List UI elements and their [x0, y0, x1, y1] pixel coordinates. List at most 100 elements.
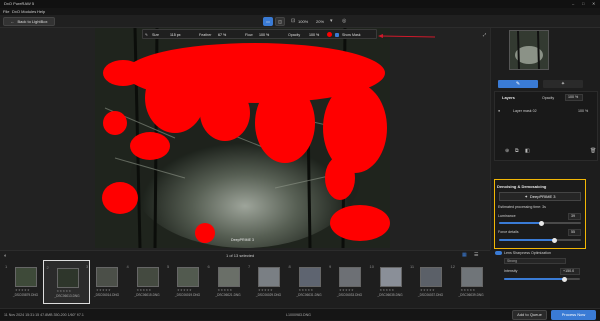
force-details-fill	[499, 239, 555, 241]
intensity-knob[interactable]	[562, 276, 568, 282]
fit-icon[interactable]: ⊡	[291, 19, 295, 24]
filmstrip: ◐ 1 of 13 selected ▦ ☰ 1 ★★★★★ _DSC05879.D…	[0, 250, 490, 308]
menu-help[interactable]: Help	[37, 8, 45, 15]
image-info: 11 Nov 2024 15:31:15 47.8MB 350-200 1/60…	[4, 313, 84, 317]
flow-value[interactable]: 100 %	[259, 33, 269, 37]
intensity-slider[interactable]	[504, 276, 580, 282]
current-file: L1000983.DNG	[286, 313, 311, 317]
thumbnail-image	[460, 267, 483, 287]
rating-stars[interactable]: ★★★★★	[96, 288, 111, 292]
zoom-value-2[interactable]: 20%	[316, 19, 324, 24]
luminance-slider[interactable]	[499, 220, 581, 226]
split-view-icon: ◫	[278, 19, 282, 24]
thumbnail-number: 5	[167, 264, 170, 269]
minimize-icon[interactable]: –	[572, 0, 574, 8]
add-layer-icon[interactable]: ⊕	[505, 149, 509, 154]
rating-stars[interactable]: ★★★★★	[57, 289, 72, 293]
luminance-fill	[499, 222, 542, 224]
optical-panel: Lens Sharpness Optimization Strong Inten…	[490, 250, 600, 290]
show-mask-checkbox[interactable]	[335, 32, 339, 37]
brush-tab[interactable]: ✎	[498, 80, 538, 88]
zoom-value[interactable]: 100%	[298, 19, 308, 24]
back-label: Back to LightBox	[17, 19, 48, 24]
rating-stars[interactable]: ★★★★★	[258, 288, 273, 292]
opacity-value[interactable]: 100 %	[309, 33, 319, 37]
single-view-icon: ▭	[266, 19, 270, 24]
list-view-icon[interactable]: ☰	[474, 253, 478, 258]
process-now-button[interactable]: Process Now	[551, 310, 596, 320]
layers-panel: Layers Opacity 100 % ● Layer mask 02 100…	[494, 91, 598, 161]
force-details-slider[interactable]	[499, 237, 581, 243]
title-bar: DxO PureRAW 5 – □ ✕	[0, 0, 600, 8]
compare-icon[interactable]: ◎	[342, 18, 346, 24]
size-value[interactable]: 115 px	[170, 33, 181, 37]
add-to-queue-button[interactable]: Add to Queue	[512, 310, 547, 320]
single-view-button[interactable]: ▭	[263, 17, 273, 26]
mask-color-swatch[interactable]	[327, 32, 332, 37]
force-details-knob[interactable]	[552, 237, 558, 243]
thumbnail-image	[15, 267, 37, 287]
lens-strength-value: Strong	[507, 259, 517, 263]
rating-stars[interactable]: ★★★★★	[218, 288, 233, 292]
forest-photo-with-mask	[95, 28, 390, 248]
close-icon[interactable]: ✕	[592, 0, 595, 8]
collapse-panel-icon[interactable]: ⤢	[483, 33, 486, 37]
brush-tool-icon: ✎	[515, 81, 521, 87]
magic-tab[interactable]: ✦	[543, 80, 583, 88]
thumbnail-image	[136, 267, 159, 287]
feather-value[interactable]: 67 %	[218, 33, 226, 37]
rating-stars[interactable]: ★★★★★	[420, 288, 435, 292]
annotation-arrow	[378, 34, 436, 38]
rating-stars[interactable]: ★★★★★	[461, 288, 476, 292]
chevron-down-icon[interactable]: ▾	[330, 19, 333, 24]
thumbnail-image	[217, 267, 240, 287]
thumbnail-item[interactable]: 12 ★★★★★ _DSC06039.DNG	[448, 260, 495, 304]
status-bar: 11 Nov 2024 15:31:15 47.8MB 350-200 1/60…	[0, 308, 600, 320]
navigator-thumbnail[interactable]	[509, 30, 549, 70]
invert-icon[interactable]: ◧	[525, 149, 530, 154]
menu-dxo-modules[interactable]: DxO Modules	[12, 8, 36, 15]
thumbnail-number: 7	[248, 264, 251, 269]
thumbnail-number: 8	[288, 264, 291, 269]
luminance-knob[interactable]	[539, 220, 545, 226]
rating-stars[interactable]: ★★★★★	[299, 288, 314, 292]
rating-stars[interactable]: ★★★★★	[15, 288, 30, 292]
method-select[interactable]: ✦ DeepPRIME 3	[499, 192, 581, 201]
denoising-title: Denoising & Demosaicing	[497, 184, 547, 189]
rating-stars[interactable]: ★★★★★	[339, 288, 354, 292]
trash-icon[interactable]: 🗑	[590, 149, 596, 154]
rating-stars[interactable]: ★★★★★	[177, 288, 192, 292]
intensity-label: Intensity	[504, 269, 518, 273]
thumbnail-number: 1	[5, 264, 8, 269]
layers-opacity-label: Opacity	[542, 95, 555, 100]
luminance-value[interactable]: 39	[568, 213, 581, 220]
thumbnail-image	[96, 267, 118, 287]
layer-item-label[interactable]: Layer mask 02	[513, 109, 537, 113]
maximize-icon[interactable]: □	[582, 0, 584, 8]
rating-stars[interactable]: ★★★★★	[380, 288, 395, 292]
estimate-text: Estimated processing time: 3s	[498, 205, 546, 209]
back-to-lightbox-button[interactable]: ← Back to LightBox	[3, 17, 55, 26]
thumbnail-number: 6	[207, 264, 210, 269]
rating-stars[interactable]: ★★★★★	[137, 288, 152, 292]
process-caption: DeepPRIME 3	[231, 238, 254, 242]
force-details-value[interactable]: 55	[568, 229, 581, 236]
intensity-value[interactable]: +150.0	[560, 268, 580, 275]
thumbnail-image	[379, 267, 402, 287]
intensity-fill	[504, 278, 565, 280]
filter-icon[interactable]: ◐	[4, 254, 7, 259]
duplicate-icon[interactable]: ⧉	[515, 149, 519, 154]
thumbnail-image	[420, 267, 442, 287]
layer-visible-icon[interactable]: ●	[498, 109, 500, 113]
grid-view-icon[interactable]: ▦	[462, 253, 467, 258]
layers-opacity-field[interactable]: 100 %	[565, 94, 583, 101]
navigator-image	[510, 30, 548, 70]
menu-file[interactable]: File	[3, 8, 9, 15]
thumbnail-image	[298, 267, 321, 287]
lens-toggle[interactable]	[495, 251, 502, 255]
photo-canvas[interactable]: DeepPRIME 3	[95, 28, 390, 248]
brush-icon[interactable]: ✎	[145, 33, 148, 37]
lens-strength-select[interactable]: Strong	[504, 258, 566, 264]
thumbnail-number: 9	[329, 264, 332, 269]
split-view-button[interactable]: ◫	[275, 17, 285, 26]
